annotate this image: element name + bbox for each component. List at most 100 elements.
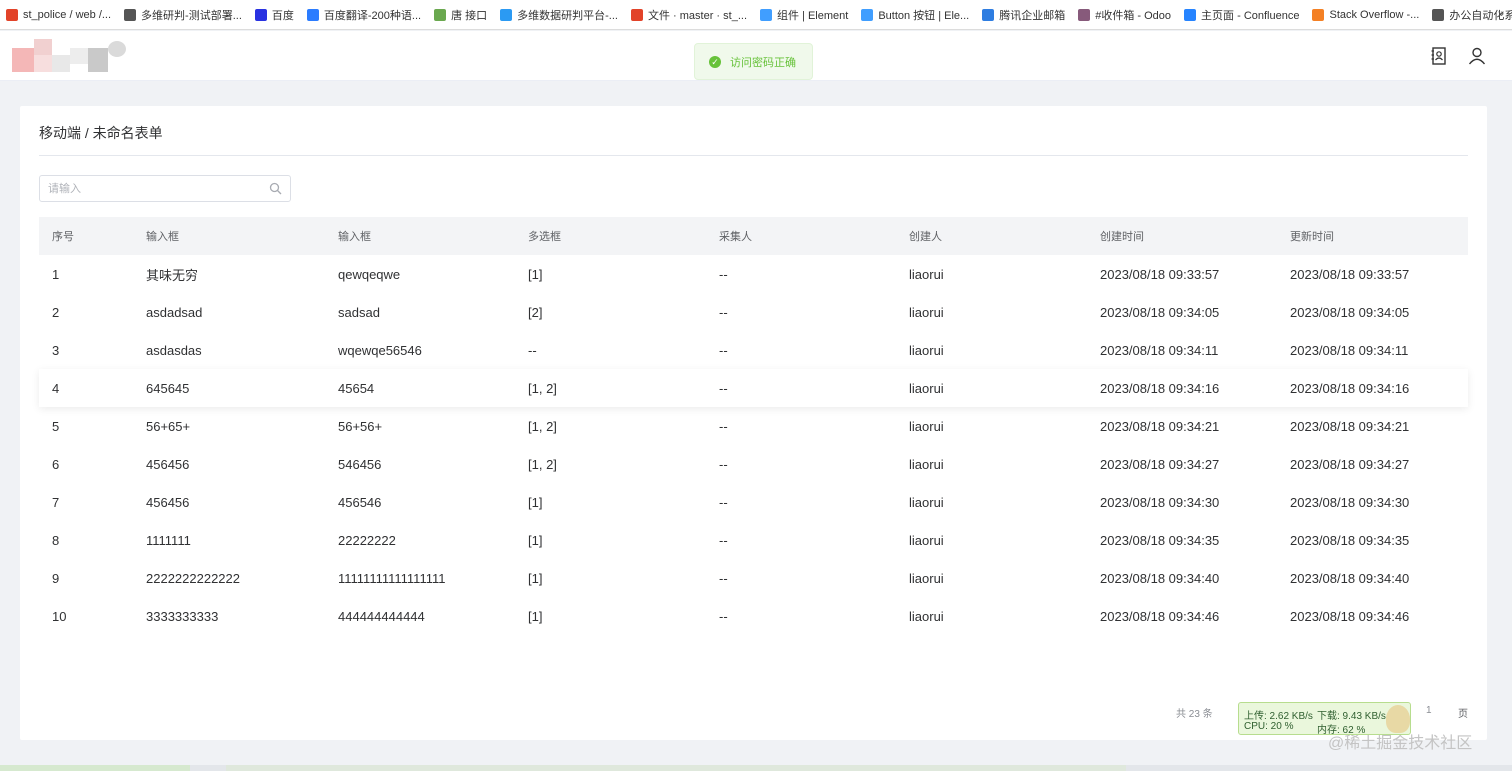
- user-icon[interactable]: [1466, 45, 1488, 67]
- table-header: 序号 输入框 输入框 多选框 采集人 创建人 创建时间 更新时间: [39, 217, 1468, 255]
- table-cell: liaorui: [909, 570, 944, 586]
- table-cell: 6: [52, 456, 60, 472]
- mail-icon: [982, 8, 995, 21]
- table-row[interactable]: 8 1111111 22222222 [1] -- liaorui 2023/08/18 0…: [39, 521, 1468, 559]
- baidu-icon: [254, 8, 267, 21]
- table-cell: asdasdas: [146, 342, 202, 358]
- gitlab-icon: [6, 8, 18, 21]
- gitlab-icon: [630, 8, 643, 21]
- search-input[interactable]: [40, 176, 260, 201]
- table-cell: 2023/08/18 09:34:16: [1100, 380, 1220, 396]
- search-icon[interactable]: [269, 182, 282, 195]
- table-cell: liaorui: [909, 380, 944, 396]
- bookmark-item[interactable]: 百度翻译-200种语...: [306, 7, 422, 23]
- data-table: 序号 输入框 输入框 多选框 采集人 创建人 创建时间 更新时间 1 其味无穷 qe…: [39, 217, 1468, 635]
- bottom-scrollbar[interactable]: [0, 765, 1512, 771]
- bookmark-item[interactable]: 组件 | Element: [760, 7, 848, 23]
- confluence-icon: [1184, 8, 1197, 21]
- bookmark-item[interactable]: 腾讯企业邮箱: [982, 7, 1065, 23]
- table-cell: 1111111: [146, 532, 191, 548]
- bookmark-label: 多维数据研判平台-...: [517, 9, 618, 22]
- check-circle-icon: ✓: [709, 55, 721, 68]
- table-row[interactable]: 3 asdasdas wqewqe56546 -- -- liaorui 2023/08/1…: [39, 331, 1468, 369]
- cpu-usage: CPU: 20 %: [1244, 721, 1294, 732]
- table-cell: liaorui: [909, 494, 944, 510]
- table-cell: 45654: [338, 380, 375, 396]
- bookmark-item[interactable]: 百度: [254, 7, 294, 23]
- table-cell: 456456: [146, 494, 190, 510]
- bookmark-item[interactable]: st_police / web /...: [6, 8, 111, 21]
- table-row[interactable]: 2 asdadsad sadsad [2] -- liaorui 2023/08/18 09…: [39, 293, 1468, 331]
- bookmark-label: Button 按钮 | Ele...: [878, 9, 970, 22]
- bookmark-label: 主页面 - Confluence: [1201, 9, 1300, 22]
- table-cell: --: [719, 380, 728, 396]
- table-cell: liaorui: [909, 608, 944, 624]
- bookmark-item[interactable]: 多维数据研判平台-...: [500, 7, 618, 23]
- table-cell: 2023/08/18 09:34:46: [1290, 608, 1410, 624]
- table-cell: 2023/08/18 09:34:27: [1100, 456, 1220, 472]
- search-box: [39, 175, 291, 202]
- pagination-current-page[interactable]: 1: [1426, 705, 1432, 716]
- bookmark-item[interactable]: Stack Overflow -...: [1312, 8, 1419, 21]
- table-row[interactable]: 5 56+65+ 56+56+ [1, 2] -- liaorui 2023/08/18 0…: [39, 407, 1468, 445]
- column-header[interactable]: 输入框: [134, 228, 326, 244]
- table-cell: 444444444444: [338, 608, 425, 624]
- table-cell: 2023/08/18 09:34:27: [1290, 456, 1410, 472]
- toast-message: 访问密码正确: [730, 56, 796, 69]
- bookmark-label: 百度翻译-200种语...: [323, 9, 422, 22]
- api-icon: [434, 8, 447, 21]
- table-cell: 3333333333: [146, 608, 219, 624]
- column-header[interactable]: 多选框: [516, 228, 707, 244]
- column-header[interactable]: 创建人: [897, 228, 1088, 244]
- main-card: 移动端 / 未命名表单 序号 输入框 输入框 多选框 采集人 创建人 创建时间 …: [20, 106, 1487, 740]
- table-cell: --: [719, 304, 728, 320]
- bookmark-item[interactable]: 文件 · master · st_...: [630, 7, 747, 23]
- table-cell: --: [719, 608, 728, 624]
- table-cell: 2023/08/18 09:34:11: [1100, 342, 1219, 358]
- bookmarks-more-button[interactable]: »: [1498, 8, 1504, 20]
- table-cell: 7: [52, 494, 60, 510]
- table-cell: 2023/08/18 09:34:35: [1290, 532, 1410, 548]
- table-row[interactable]: 9 2222222222222 11111111111111111 [1] -- liao…: [39, 559, 1468, 597]
- table-cell: --: [528, 342, 537, 358]
- column-header[interactable]: 创建时间: [1088, 228, 1278, 244]
- table-row[interactable]: 6 456456 546456 [1, 2] -- liaorui 2023/08/18 0…: [39, 445, 1468, 483]
- table-cell: 8: [52, 532, 60, 548]
- bookmark-label: 唐 接口: [451, 9, 488, 22]
- column-header[interactable]: 输入框: [326, 228, 516, 244]
- bookmark-item[interactable]: 多维研判-测试部署...: [124, 7, 242, 23]
- bookmark-item[interactable]: #收件箱 - Odoo: [1078, 7, 1171, 23]
- globe-icon: [124, 8, 137, 21]
- table-cell: wqewqe56546: [338, 342, 422, 358]
- network-monitor-widget[interactable]: 上传: 2.62 KB/s 下载: 9.43 KB/s CPU: 20 % 内存…: [1238, 702, 1411, 736]
- table-row[interactable]: 4 645645 45654 [1, 2] -- liaorui 2023/08/18 09…: [39, 369, 1468, 407]
- table-cell: 2023/08/18 09:34:11: [1290, 342, 1409, 358]
- table-cell: asdadsad: [146, 304, 203, 320]
- table-cell: 其味无穷: [146, 267, 199, 283]
- table-row[interactable]: 10 3333333333 444444444444 [1] -- liaorui 2023…: [39, 597, 1468, 635]
- table-cell: [1, 2]: [528, 380, 557, 396]
- bookmark-item[interactable]: 主页面 - Confluence: [1184, 7, 1299, 23]
- table-cell: 56+65+: [146, 418, 191, 434]
- column-header[interactable]: 采集人: [707, 228, 897, 244]
- bookmark-item[interactable]: 唐 接口: [434, 7, 487, 23]
- table-cell: --: [719, 570, 728, 586]
- column-header[interactable]: 更新时间: [1278, 228, 1468, 244]
- table-cell: 2023/08/18 09:33:57: [1100, 266, 1220, 282]
- table-cell: 2023/08/18 09:34:05: [1290, 304, 1410, 320]
- table-cell: 5: [52, 418, 60, 434]
- contact-book-icon[interactable]: [1428, 45, 1450, 67]
- table-cell: --: [719, 266, 728, 282]
- table-row[interactable]: 1 其味无穷 qewqeqwe [1] -- liaorui 2023/08/18 09:3…: [39, 255, 1468, 293]
- table-row[interactable]: 7 456456 456546 [1] -- liaorui 2023/08/18 09:3…: [39, 483, 1468, 521]
- success-toast: ✓ 访问密码正确: [694, 43, 813, 80]
- divider: [39, 155, 1468, 156]
- element-icon: [861, 8, 874, 21]
- bookmark-item[interactable]: Button 按钮 | Ele...: [861, 7, 969, 23]
- table-cell: [1]: [528, 570, 543, 586]
- table-cell: 2023/08/18 09:34:35: [1100, 532, 1220, 548]
- table-cell: 9: [52, 570, 60, 586]
- column-header[interactable]: 序号: [39, 228, 134, 244]
- table-cell: 2023/08/18 09:34:40: [1100, 570, 1220, 586]
- table-cell: --: [719, 456, 728, 472]
